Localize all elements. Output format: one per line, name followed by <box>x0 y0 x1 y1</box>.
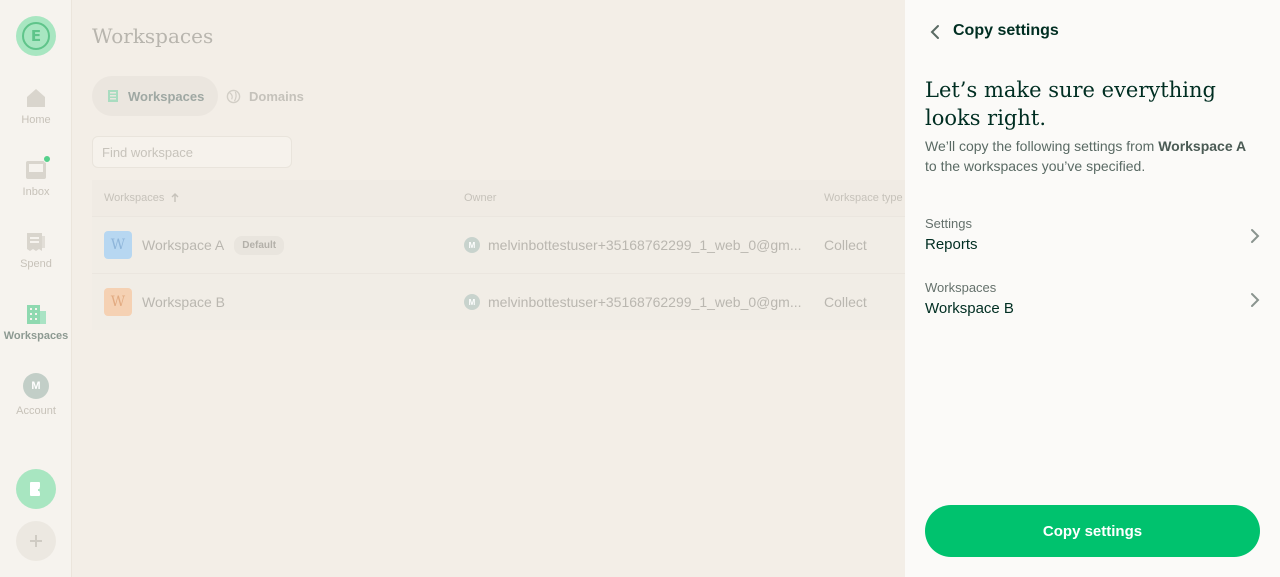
building-icon <box>24 302 48 326</box>
logo-letter: E <box>22 22 50 50</box>
globe-icon <box>226 89 241 103</box>
new-expense-button[interactable] <box>16 469 56 509</box>
column-header-type[interactable]: Workspace type <box>824 192 905 204</box>
owner-email: melvinbottestuser+35168762299_1_web_0@gm… <box>488 294 802 310</box>
logo[interactable]: E <box>16 16 56 56</box>
main-content: Workspaces Workspaces Domains Workspaces… <box>72 0 905 577</box>
nav-item-home[interactable]: Home <box>0 86 72 126</box>
workspace-name: Workspace A <box>142 237 225 253</box>
tab-domains[interactable]: Domains <box>212 76 318 116</box>
search-input[interactable] <box>92 136 292 168</box>
default-badge: Default <box>234 235 285 255</box>
desc-text: to the workspaces you’ve specified. <box>925 158 1146 174</box>
workspace-type: Collect <box>824 294 867 310</box>
column-header-owner[interactable]: Owner <box>464 192 824 204</box>
workspace-badge: W <box>104 231 132 259</box>
tab-workspaces[interactable]: Workspaces <box>92 76 219 116</box>
tab-label: Domains <box>249 88 304 104</box>
copy-settings-button[interactable]: Copy settings <box>925 505 1260 557</box>
nav-label: Inbox <box>22 186 50 198</box>
panel-headline: Let’s make sure everything looks right. <box>925 78 1216 130</box>
nav-label: Account <box>16 405 56 417</box>
workspace-type: Collect <box>824 237 867 253</box>
panel-description: We’ll copy the following settings from W… <box>925 136 1260 176</box>
nav-item-spend[interactable]: Spend <box>0 230 72 270</box>
column-label: Workspaces <box>104 192 165 204</box>
page-title: Workspaces <box>92 24 214 48</box>
nav-label: Home <box>21 114 51 126</box>
chevron-right-icon <box>1251 229 1260 243</box>
nav-label: Spend <box>20 258 52 270</box>
nav-rail: E Home Inbox Spend Workspaces M Account <box>0 0 72 577</box>
chevron-right-icon <box>1251 293 1260 307</box>
workspaces-table: Workspaces Owner Workspace type W Worksp… <box>92 180 905 330</box>
inbox-icon <box>24 155 51 182</box>
receipt-add-icon <box>30 482 43 496</box>
nav-item-inbox[interactable]: Inbox <box>0 155 72 198</box>
nav-item-account[interactable]: M Account <box>0 373 72 417</box>
home-icon <box>24 86 48 110</box>
settings-value: Reports <box>925 236 978 253</box>
panel-title: Copy settings <box>953 22 1059 39</box>
workspace-badge: W <box>104 288 132 316</box>
avatar: M <box>23 373 49 399</box>
settings-row[interactable]: Settings Reports <box>925 216 1260 268</box>
owner-avatar: M <box>464 294 480 310</box>
owner-email: melvinbottestuser+35168762299_1_web_0@gm… <box>488 237 802 253</box>
table-row[interactable]: W Workspace B M melvinbottestuser+351687… <box>92 273 905 330</box>
nav-label: Workspaces <box>3 330 69 342</box>
settings-label: Settings <box>925 216 972 231</box>
workspaces-row[interactable]: Workspaces Workspace B <box>925 280 1260 332</box>
building-icon <box>108 90 118 102</box>
receipt-icon <box>24 230 48 254</box>
add-button[interactable] <box>16 521 56 561</box>
back-button[interactable] <box>925 22 945 42</box>
tab-label: Workspaces <box>128 88 205 104</box>
workspaces-label: Workspaces <box>925 280 997 295</box>
table-row[interactable]: W Workspace A Default M melvinbottestuse… <box>92 216 905 273</box>
table-header: Workspaces Owner Workspace type <box>92 180 905 216</box>
column-header-workspaces[interactable]: Workspaces <box>92 192 464 204</box>
notification-dot <box>43 155 51 163</box>
chevron-left-icon <box>930 25 939 39</box>
desc-text: We’ll copy the following settings from <box>925 138 1159 154</box>
arrow-up-icon <box>171 193 179 202</box>
nav-item-workspaces[interactable]: Workspaces <box>0 302 72 342</box>
plus-icon <box>30 535 42 547</box>
owner-avatar: M <box>464 237 480 253</box>
workspaces-value: Workspace B <box>925 300 1014 317</box>
desc-workspace: Workspace A <box>1158 138 1247 154</box>
copy-settings-panel: Copy settings Let’s make sure everything… <box>905 0 1280 577</box>
workspace-name: Workspace B <box>142 294 225 310</box>
